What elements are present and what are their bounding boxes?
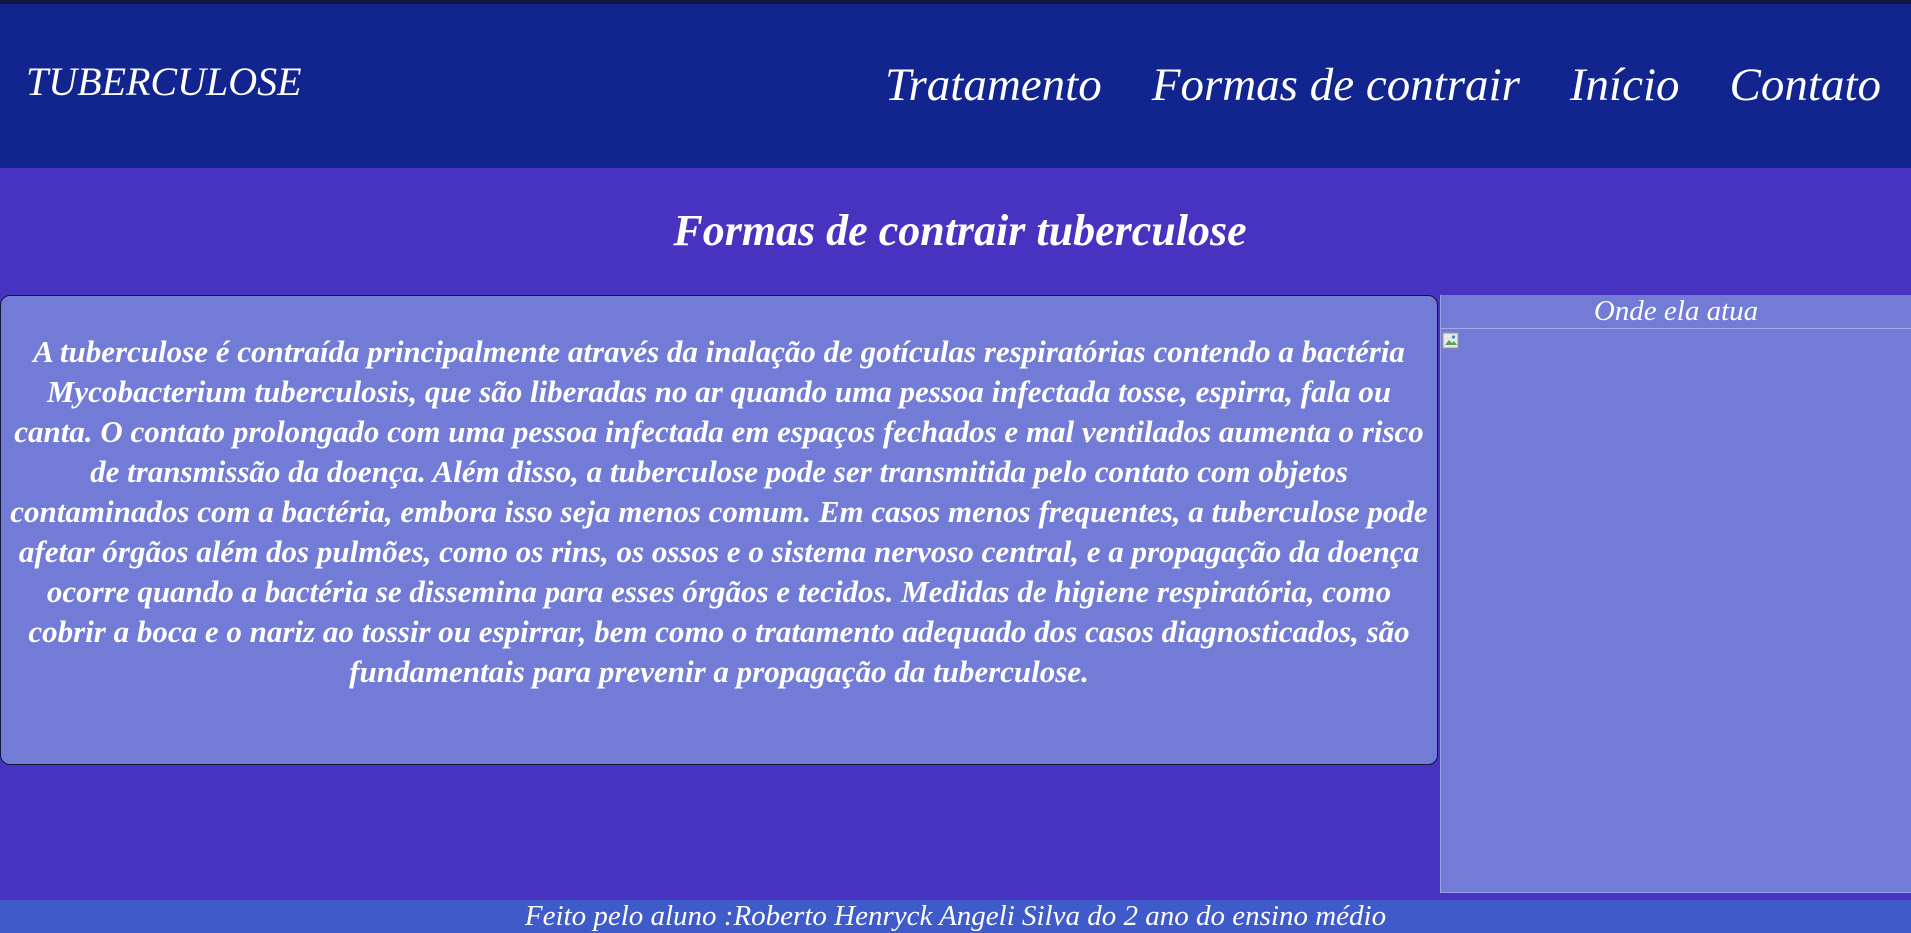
broken-image-icon (1442, 332, 1459, 349)
nav-link-tratamento[interactable]: Tratamento (885, 62, 1102, 109)
content-paragraph: A tuberculose é contraída principalmente… (10, 334, 1428, 689)
main-nav: Tratamento Formas de contrair Início Con… (885, 62, 1881, 109)
nav-link-formas-de-contrair[interactable]: Formas de contrair (1152, 62, 1520, 109)
site-logo: TUBERCULOSE (26, 59, 302, 104)
sidebar: Onde ela atua (1440, 295, 1911, 893)
footer-credit: Feito pelo aluno :Roberto Henryck Angeli… (524, 900, 1387, 932)
site-footer: Feito pelo aluno :Roberto Henryck Angeli… (0, 900, 1911, 933)
page-title: Formas de contrair tuberculose (673, 206, 1247, 255)
nav-link-contato[interactable]: Contato (1730, 62, 1881, 109)
content-box: A tuberculose é contraída principalmente… (0, 295, 1438, 765)
sidebar-title: Onde ela atua (1441, 295, 1911, 329)
site-header: TUBERCULOSE Tratamento Formas de contrai… (0, 4, 1911, 168)
nav-link-inicio[interactable]: Início (1570, 62, 1680, 109)
